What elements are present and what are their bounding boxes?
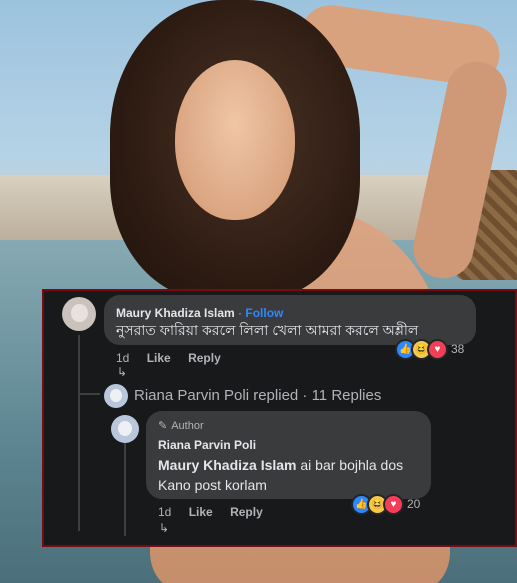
reply-reply-link[interactable]: Reply	[230, 505, 263, 519]
comment-time[interactable]: 1d	[116, 351, 129, 365]
reply-arrow-icon: ↳	[117, 365, 128, 379]
author-badge-label: Author	[171, 419, 204, 432]
love-icon: ♥	[383, 493, 404, 515]
separator-dot: ·	[234, 306, 246, 320]
comment-reactions[interactable]: 👍 😆 ♥ 38	[395, 338, 465, 360]
reply-like-link[interactable]: Like	[189, 505, 213, 519]
comment-bubble: Maury Khadiza Islam · Follow নুসরাত ফারি…	[104, 295, 476, 345]
reaction-count: 38	[451, 342, 465, 356]
reply-text-line1: ai bar bojhla dos	[296, 457, 404, 473]
commenter-name[interactable]: Maury Khadiza Islam	[116, 306, 235, 320]
follow-link[interactable]: Follow	[245, 306, 283, 320]
reply-bubble: ✎ Author Riana Parvin Poli Maury Khadiza…	[146, 411, 431, 499]
reply-text: Maury Khadiza Islam ai bar bojhla dos Ka…	[158, 455, 403, 495]
commenter-avatar[interactable]	[62, 297, 96, 331]
reply-thread-line	[124, 441, 126, 536]
thread-branch	[78, 393, 100, 395]
reply-author-avatar[interactable]	[111, 415, 139, 443]
mention-link[interactable]: Maury Khadiza Islam	[158, 457, 297, 473]
reply-reactions[interactable]: 👍 😆 ♥ 20	[351, 493, 421, 515]
reply-time[interactable]: 1d	[158, 505, 171, 519]
author-badge: ✎ Author	[158, 419, 204, 433]
reply-actions: 1d Like Reply	[158, 505, 277, 519]
comment-actions: 1d Like Reply	[116, 351, 235, 365]
reply-text-line2: Kano post korlam	[158, 477, 267, 493]
view-replies-link[interactable]: Riana Parvin Poli replied · 11 Replies	[134, 387, 381, 404]
comment-panel: Maury Khadiza Islam · Follow নুসরাত ফারি…	[42, 289, 517, 547]
reply-arrow-icon: ↳	[159, 521, 170, 535]
comment-text: নুসরাত ফারিয়া করলে লিলা খেলা আমরা করলে …	[116, 322, 419, 338]
like-link[interactable]: Like	[147, 351, 171, 365]
reply-reaction-count: 20	[407, 497, 421, 511]
love-icon: ♥	[427, 338, 448, 360]
thread-line	[78, 335, 80, 531]
photo-face	[175, 60, 295, 220]
pencil-icon: ✎	[158, 420, 168, 432]
replier-avatar-small[interactable]	[104, 384, 128, 408]
reply-author-name[interactable]: Riana Parvin Poli	[158, 438, 256, 452]
reply-link[interactable]: Reply	[188, 351, 221, 365]
